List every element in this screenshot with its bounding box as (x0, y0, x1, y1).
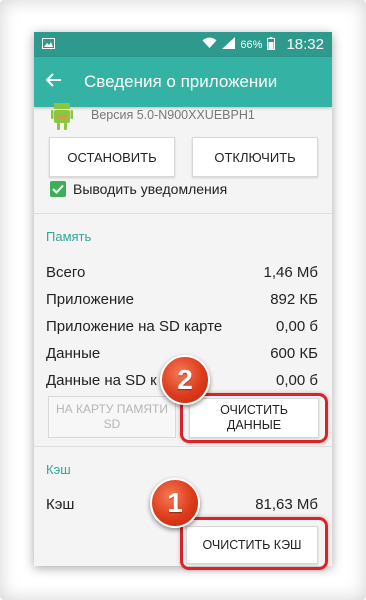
divider (34, 446, 332, 447)
row-label: Данные (46, 345, 101, 362)
notifications-toggle[interactable]: Выводить уведомления (50, 181, 227, 197)
checkbox-checked-icon[interactable] (50, 181, 66, 197)
row-label: Данные на SD к (46, 372, 157, 389)
row-value: 600 КБ (270, 345, 318, 362)
battery-icon (267, 36, 276, 53)
row-label: Приложение (46, 291, 134, 308)
button-label: SD (103, 417, 121, 431)
memory-section-title: Память (46, 229, 92, 244)
wifi-icon (202, 37, 217, 52)
highlight-clear-data (180, 393, 328, 443)
cache-section-title: Кэш (46, 462, 71, 477)
highlight-clear-cache (180, 517, 328, 570)
battery-percent: 66% (240, 38, 263, 51)
row-value: 1,46 Мб (263, 264, 318, 281)
button-label: НА КАРТУ ПАМЯТИ (56, 402, 168, 416)
back-arrow-icon[interactable] (45, 72, 62, 93)
notifications-label: Выводить уведомления (73, 181, 228, 197)
row-value: 892 КБ (270, 291, 318, 308)
step-badge-2: 2 (160, 355, 210, 405)
page-title: Сведения о приложении (84, 72, 278, 91)
signal-icon (222, 37, 236, 52)
row-label: Кэш (46, 496, 75, 513)
content: Версия 5.0-N900XXUEBPH1 ОСТАНОВИТЬ ОТКЛЮ… (34, 103, 332, 564)
divider (34, 213, 332, 214)
stop-button[interactable]: ОСТАНОВИТЬ (49, 137, 175, 177)
app-bar: Сведения о приложении (34, 57, 332, 107)
memory-row-total: Всего 1,46 Мб (46, 264, 318, 281)
app-header-row: Версия 5.0-N900XXUEBPH1 (34, 103, 332, 135)
row-label: Всего (46, 264, 86, 281)
status-bar: 66% 18:32 (34, 32, 332, 57)
memory-row-app-sd: Приложение на SD карте 0,00 б (46, 318, 318, 335)
clock: 18:32 (286, 36, 324, 53)
app-version: Версия 5.0-N900XXUEBPH1 (91, 108, 255, 122)
android-icon (51, 103, 73, 136)
row-value: 0,00 б (276, 318, 318, 335)
disable-button[interactable]: ОТКЛЮЧИТЬ (192, 137, 318, 177)
row-value: 0,00 б (276, 372, 318, 389)
row-label: Приложение на SD карте (46, 318, 223, 335)
move-to-sd-button: НА КАРТУ ПАМЯТИ SD (48, 396, 176, 438)
step-badge-1: 1 (150, 478, 200, 528)
row-value: 81,63 Мб (255, 496, 318, 513)
memory-row-app: Приложение 892 КБ (46, 291, 318, 308)
image-icon (42, 37, 55, 52)
